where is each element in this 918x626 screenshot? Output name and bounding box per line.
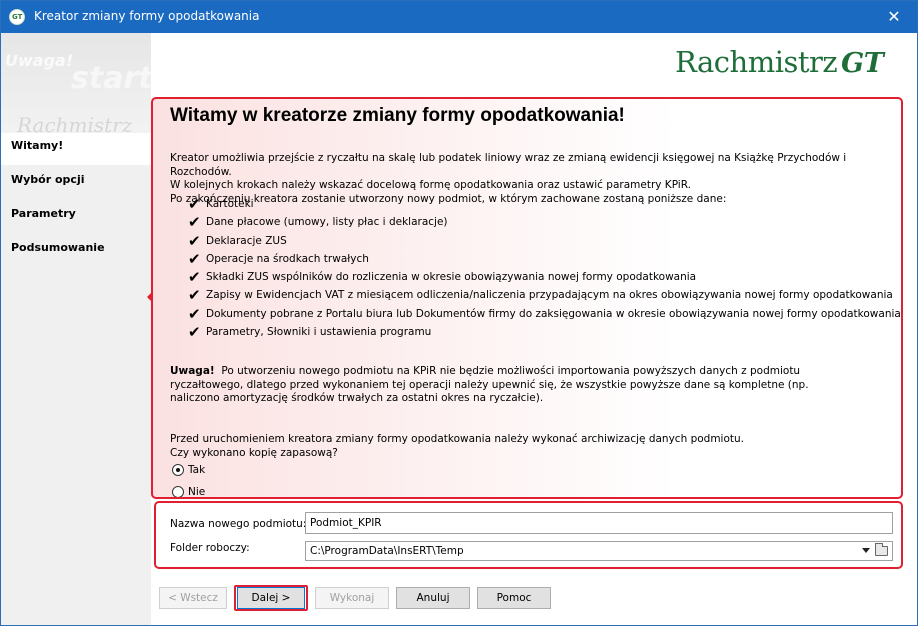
radio-unselected-icon[interactable] bbox=[172, 486, 184, 497]
work-folder-combo[interactable]: C:\ProgramData\InsERT\Temp bbox=[305, 541, 893, 561]
list-item-label: Parametry, Słowniki i ustawienia program… bbox=[206, 326, 432, 339]
checkmark-icon: ✔ bbox=[188, 213, 201, 232]
list-item: ✔ Dokumenty pobrane z Portalu biura lub D… bbox=[188, 305, 901, 323]
banner-word-1: Uwaga! bbox=[5, 51, 74, 70]
title-bar: GT Kreator zmiany formy opodatkowania ✕ bbox=[1, 1, 917, 33]
list-item-label: Operacje na środkach trwałych bbox=[206, 252, 369, 265]
list-item: ✔ Operacje na środkach trwałych bbox=[188, 250, 901, 268]
list-item: ✔ Deklaracje ZUS bbox=[188, 232, 901, 250]
list-item: ✔ Zapisy w Ewidencjach VAT z miesiącem od… bbox=[188, 286, 901, 304]
work-folder-value: C:\ProgramData\InsERT\Temp bbox=[310, 545, 464, 557]
entity-name-input[interactable] bbox=[305, 512, 893, 534]
checkmark-icon: ✔ bbox=[188, 249, 201, 268]
welcome-panel: Witamy w kreatorze zmiany formy opodatko… bbox=[151, 97, 903, 499]
help-button[interactable]: Pomoc bbox=[477, 587, 551, 609]
list-item-label: Deklaracje ZUS bbox=[206, 234, 287, 247]
warning-body: Po utworzeniu nowego podmiotu na KPiR ni… bbox=[170, 365, 809, 404]
cancel-button[interactable]: Anuluj bbox=[396, 587, 470, 609]
intro-line-2: W kolejnych krokach należy wskazać docel… bbox=[170, 179, 691, 191]
checkmark-icon: ✔ bbox=[188, 195, 201, 213]
wizard-steps-sidebar: Uwaga! start Rachmistrz Witamy! Wybór op… bbox=[1, 33, 151, 625]
entity-name-label: Nazwa nowego podmiotu: bbox=[170, 518, 307, 530]
app-icon-text: GT bbox=[12, 13, 23, 21]
list-item: ✔ Parametry, Słowniki i ustawienia progra… bbox=[188, 323, 901, 341]
next-button[interactable]: Dalej > bbox=[237, 587, 305, 609]
radio-no-label: Nie bbox=[188, 486, 206, 498]
execute-button[interactable]: Wykonaj bbox=[315, 587, 389, 609]
wizard-window: GT Kreator zmiany formy opodatkowania ✕ … bbox=[0, 0, 918, 626]
step-podsumowanie[interactable]: Podsumowanie bbox=[1, 235, 151, 267]
folder-icon[interactable] bbox=[875, 543, 888, 556]
window-title: Kreator zmiany formy opodatkowania bbox=[34, 9, 260, 23]
work-folder-label: Folder roboczy: bbox=[170, 542, 250, 554]
step-wybor-opcji[interactable]: Wybór opcji bbox=[1, 167, 151, 199]
intro-line-1: Kreator umożliwia przejście z ryczałtu n… bbox=[170, 152, 847, 178]
new-entity-form: Nazwa nowego podmiotu: Folder roboczy: C… bbox=[154, 501, 903, 569]
logo-text: Rachmistrz bbox=[675, 45, 838, 79]
chevron-down-icon[interactable] bbox=[862, 548, 870, 553]
backup-question: Przed uruchomieniem kreatora zmiany form… bbox=[170, 433, 744, 460]
radio-yes[interactable]: Tak bbox=[172, 464, 205, 476]
checkmark-icon: ✔ bbox=[188, 231, 201, 250]
checkmark-icon: ✔ bbox=[188, 268, 201, 287]
warning-label: Uwaga! bbox=[170, 365, 215, 377]
radio-selected-icon[interactable] bbox=[172, 464, 184, 476]
preserved-data-list: ✔ Kartoteki ✔ Dane płacowe (umowy, listy p… bbox=[188, 195, 901, 341]
list-item: ✔ Składki ZUS wspólników do rozliczenia w… bbox=[188, 268, 901, 286]
close-icon: ✕ bbox=[887, 7, 901, 26]
backup-line-1: Przed uruchomieniem kreatora zmiany form… bbox=[170, 433, 744, 445]
radio-no[interactable]: Nie bbox=[172, 486, 206, 498]
list-item: ✔ Dane płacowe (umowy, listy płac i dekla… bbox=[188, 213, 901, 231]
list-item-label: Składki ZUS wspólników do rozliczenia w … bbox=[206, 271, 697, 284]
checkmark-icon: ✔ bbox=[188, 304, 201, 323]
rachmistrz-logo: Rachmistrz GT bbox=[675, 45, 884, 79]
step-parametry[interactable]: Parametry bbox=[1, 201, 151, 233]
warning-text: Uwaga! Po utworzeniu nowego podmiotu na … bbox=[170, 365, 850, 406]
list-item-label: Dane płacowe (umowy, listy płac i deklar… bbox=[206, 216, 448, 229]
app-logo-icon: GT bbox=[9, 9, 25, 25]
list-item-label: Kartoteki bbox=[206, 198, 254, 210]
back-button[interactable]: < Wstecz bbox=[159, 587, 227, 609]
step-witamy[interactable]: Witamy! bbox=[1, 133, 151, 165]
list-item: ✔ Kartoteki bbox=[188, 195, 901, 213]
radio-yes-label: Tak bbox=[188, 464, 206, 476]
sidebar-background-banner: Uwaga! start Rachmistrz bbox=[1, 33, 151, 138]
list-item-label: Dokumenty pobrane z Portalu biura lub Do… bbox=[206, 307, 901, 320]
page-title: Witamy w kreatorze zmiany formy opodatko… bbox=[170, 105, 625, 126]
list-item-label: Zapisy w Ewidencjach VAT z miesiącem odl… bbox=[206, 289, 893, 302]
banner-word-2: start bbox=[71, 61, 151, 96]
close-button[interactable]: ✕ bbox=[879, 6, 909, 28]
checkmark-icon: ✔ bbox=[188, 323, 201, 342]
checkmark-icon: ✔ bbox=[188, 286, 201, 305]
backup-line-2: Czy wykonano kopię zapasową? bbox=[170, 446, 338, 459]
logo-suffix: GT bbox=[841, 48, 884, 79]
